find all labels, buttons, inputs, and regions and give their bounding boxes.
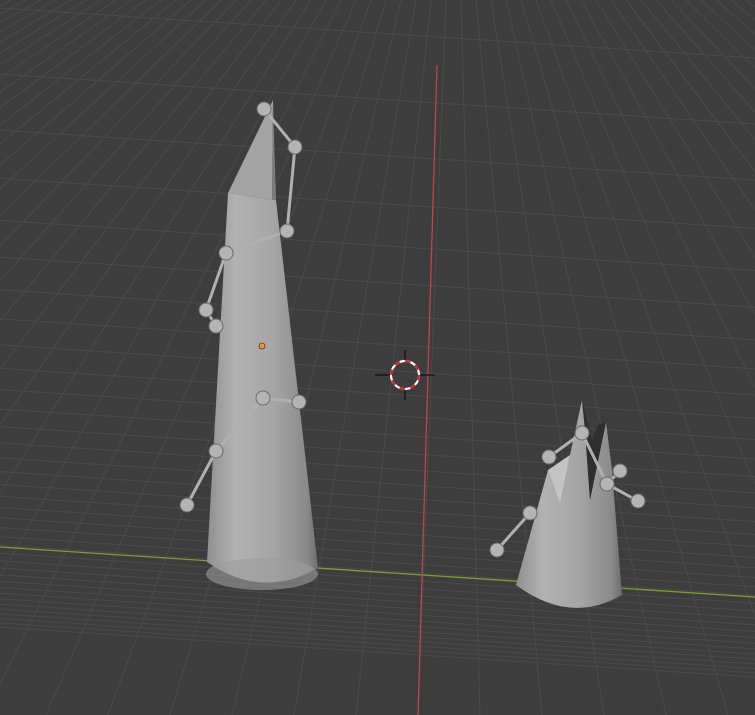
grid-line — [506, 0, 755, 715]
grid-line — [499, 0, 755, 715]
3d-viewport[interactable] — [0, 0, 755, 715]
grid-line — [0, 7, 755, 59]
x-axis-line — [417, 64, 438, 715]
bone-joint[interactable] — [256, 101, 272, 117]
grid-line — [504, 0, 755, 715]
grid-line — [0, 442, 755, 494]
grid-line — [497, 0, 755, 715]
grid-line — [517, 0, 755, 715]
grid-line — [0, 603, 755, 655]
grid-line — [0, 560, 755, 612]
bone-joint[interactable] — [522, 505, 538, 521]
grid-line — [512, 0, 755, 715]
grid-line — [293, 0, 417, 715]
grid-line — [0, 177, 755, 229]
grid-line — [0, 567, 755, 619]
grid-line — [0, 536, 755, 588]
bone-joint[interactable] — [208, 443, 224, 459]
bone-joint[interactable] — [287, 139, 303, 155]
grid-line — [0, 592, 755, 644]
grid-line — [519, 0, 755, 715]
floor-grid — [0, 0, 755, 715]
grid-line — [0, 574, 755, 626]
bone-joint[interactable] — [218, 245, 234, 261]
grid-line — [460, 0, 481, 715]
grid-line — [521, 0, 755, 715]
grid-line — [510, 0, 755, 715]
bone-joint[interactable] — [541, 449, 557, 465]
grid-line — [730, 0, 755, 21]
grid-line — [523, 0, 755, 715]
origin-dot-icon — [258, 342, 266, 350]
grid-line — [500, 0, 755, 715]
bone-joint[interactable] — [291, 394, 307, 410]
bone-joint[interactable] — [612, 463, 628, 479]
grid-line — [508, 0, 755, 715]
grid-line — [745, 0, 755, 8]
bone-joint[interactable] — [198, 302, 214, 318]
grid-line — [0, 318, 755, 370]
tall-cone[interactable] — [206, 100, 318, 590]
bone-joint[interactable] — [255, 390, 271, 406]
grid-line — [515, 0, 755, 715]
grid-line — [0, 613, 755, 665]
grid-line — [0, 507, 755, 559]
bone-joint[interactable] — [630, 493, 646, 509]
grid-line — [0, 256, 755, 308]
grid-line — [715, 0, 755, 35]
grid-line — [502, 0, 755, 715]
short-cone[interactable] — [516, 400, 622, 608]
bone-joint[interactable] — [489, 542, 505, 558]
bone-joint[interactable] — [599, 476, 615, 492]
bone-joint[interactable] — [279, 223, 295, 239]
bone-joint[interactable] — [574, 425, 590, 441]
grid-line — [0, 389, 755, 441]
y-axis-line — [0, 546, 755, 598]
bone-joint[interactable] — [208, 318, 224, 334]
3d-cursor-icon[interactable] — [375, 350, 435, 400]
grid-line — [0, 0, 177, 145]
bone-joint[interactable] — [179, 497, 195, 513]
grid-line — [513, 0, 755, 715]
grid-line — [0, 618, 755, 670]
grid-line — [0, 344, 755, 396]
